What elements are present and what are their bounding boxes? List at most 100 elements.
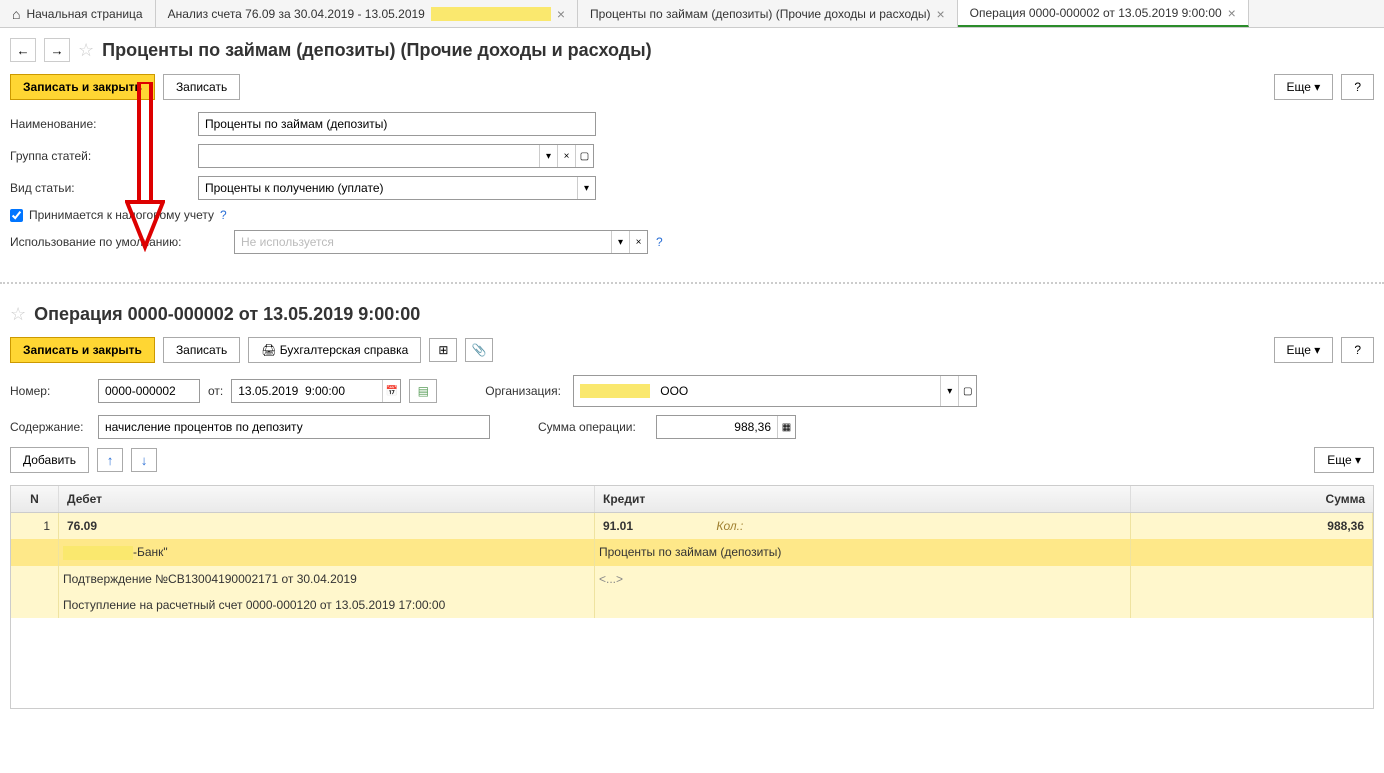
chevron-down-icon: ▾ [1314, 80, 1320, 94]
open-icon[interactable]: ▢ [958, 376, 976, 406]
help-button-2[interactable]: ? [1341, 337, 1374, 363]
star-icon[interactable]: ☆ [10, 304, 26, 325]
nav-back-button[interactable]: ← [10, 38, 36, 62]
table-row[interactable]: Подтверждение №СВ13004190002171 от 30.04… [11, 566, 1373, 592]
write-close-button[interactable]: Записать и закрыть [10, 74, 155, 100]
nav-forward-button[interactable]: → [44, 38, 70, 62]
sum-label: Сумма операции: [538, 420, 648, 434]
cell-debit-acc: 76.09 [59, 513, 595, 539]
write-button-2[interactable]: Записать [163, 337, 240, 363]
write-close-button-2[interactable]: Записать и закрыть [10, 337, 155, 363]
cell-debit-sub2: Подтверждение №СВ13004190002171 от 30.04… [59, 566, 595, 592]
chevron-down-icon: ▾ [1314, 343, 1320, 357]
clear-icon[interactable]: × [629, 231, 647, 253]
more-label: Еще [1287, 80, 1311, 94]
table-row[interactable]: Поступление на расчетный счет 0000-00012… [11, 592, 1373, 618]
name-input[interactable] [199, 113, 595, 135]
chevron-down-icon: ▾ [1355, 453, 1361, 467]
calculator-icon[interactable]: ▦ [777, 416, 795, 438]
calendar-icon[interactable]: 📅 [382, 380, 400, 402]
dropdown-icon[interactable]: ▾ [940, 376, 958, 406]
cell-credit-acc: 91.01 [603, 519, 633, 533]
org-label: Организация: [485, 384, 565, 398]
col-n-header[interactable]: N [11, 486, 59, 512]
add-button[interactable]: Добавить [10, 447, 89, 473]
group-label: Группа статей: [10, 149, 190, 163]
table-empty-area [11, 618, 1373, 708]
tab-operation-label: Операция 0000-000002 от 13.05.2019 9:00:… [970, 6, 1222, 20]
from-label: от: [208, 384, 223, 398]
redacted-box [63, 546, 133, 560]
home-icon: ⌂ [12, 6, 20, 22]
type-label: Вид статьи: [10, 181, 190, 195]
tree-button[interactable]: ⊞ [429, 338, 457, 362]
tab-operation[interactable]: Операция 0000-000002 от 13.05.2019 9:00:… [958, 0, 1249, 27]
entries-table: N Дебет Кредит Сумма 1 76.09 91.01 Кол.:… [10, 485, 1374, 709]
print-button[interactable]: 🖨 Бухгалтерская справка [248, 337, 421, 363]
cell-debit-sub1-text: -Банк" [133, 545, 168, 559]
dropdown-icon[interactable]: ▾ [577, 177, 595, 199]
type-input[interactable] [199, 177, 577, 199]
cell-kol-label: Кол.: [716, 519, 743, 533]
tax-checkbox[interactable] [10, 209, 23, 222]
org-input[interactable] [654, 380, 934, 402]
number-label: Номер: [10, 384, 90, 398]
star-icon[interactable]: ☆ [78, 40, 94, 61]
copy-button[interactable]: ▤ [409, 379, 437, 403]
pane-title-2: Операция 0000-000002 от 13.05.2019 9:00:… [34, 304, 420, 325]
more-label-2: Еще [1287, 343, 1311, 357]
print-label: Бухгалтерская справка [280, 343, 409, 357]
help-link[interactable]: ? [220, 208, 227, 222]
printer-icon: 🖨 [261, 343, 276, 357]
more-button-2[interactable]: Еще ▾ [1274, 337, 1334, 363]
close-icon[interactable]: × [557, 6, 565, 22]
usage-label: Использование по умолчанию: [10, 235, 226, 249]
redacted-box [580, 384, 650, 398]
redacted-box [431, 7, 551, 21]
cell-n: 1 [11, 513, 59, 539]
move-up-button[interactable]: ↑ [97, 448, 123, 472]
close-icon[interactable]: × [1228, 5, 1236, 21]
arrow-up-icon: ↑ [107, 453, 114, 468]
arrow-down-icon: ↓ [141, 453, 148, 468]
content-label: Содержание: [10, 420, 90, 434]
cell-credit: 91.01 Кол.: [595, 513, 1131, 539]
open-icon[interactable]: ▢ [575, 145, 593, 167]
more-button[interactable]: Еще ▾ [1274, 74, 1334, 100]
content-input[interactable] [99, 416, 489, 438]
move-down-button[interactable]: ↓ [131, 448, 157, 472]
help-button[interactable]: ? [1341, 74, 1374, 100]
col-debit-header[interactable]: Дебет [59, 486, 595, 512]
tab-analysis-label: Анализ счета 76.09 за 30.04.2019 - 13.05… [168, 7, 425, 21]
name-label: Наименование: [10, 117, 190, 131]
pane-interest: ← → ☆ Проценты по займам (депозиты) (Про… [0, 28, 1384, 272]
more-label-3: Еще [1327, 453, 1351, 467]
cell-credit-sub1: Проценты по займам (депозиты) [595, 539, 1131, 566]
tab-interest[interactable]: Проценты по займам (депозиты) (Прочие до… [578, 0, 958, 27]
cell-debit-sub1: -Банк" [59, 539, 595, 566]
table-more-button[interactable]: Еще ▾ [1314, 447, 1374, 473]
col-credit-header[interactable]: Кредит [595, 486, 1131, 512]
cell-credit-sub2: <...> [595, 566, 1131, 592]
group-input[interactable] [199, 145, 539, 167]
table-row[interactable]: -Банк" Проценты по займам (депозиты) [11, 539, 1373, 566]
clear-icon[interactable]: × [557, 145, 575, 167]
col-sum-header[interactable]: Сумма [1131, 486, 1373, 512]
dropdown-icon[interactable]: ▾ [539, 145, 557, 167]
number-input[interactable] [99, 380, 199, 402]
date-input[interactable] [232, 380, 382, 402]
tax-checkbox-label: Принимается к налоговому учету [29, 208, 214, 222]
tab-home[interactable]: ⌂ Начальная страница [0, 0, 156, 27]
help-link[interactable]: ? [656, 235, 663, 249]
usage-input[interactable] [235, 231, 611, 253]
tab-analysis[interactable]: Анализ счета 76.09 за 30.04.2019 - 13.05… [156, 0, 578, 27]
sum-input[interactable] [657, 416, 777, 438]
tab-bar: ⌂ Начальная страница Анализ счета 76.09 … [0, 0, 1384, 28]
pane-title: Проценты по займам (депозиты) (Прочие до… [102, 40, 651, 61]
attach-button[interactable]: 📎 [465, 338, 493, 362]
table-row[interactable]: 1 76.09 91.01 Кол.: 988,36 [11, 513, 1373, 539]
write-button[interactable]: Записать [163, 74, 240, 100]
dropdown-icon[interactable]: ▾ [611, 231, 629, 253]
close-icon[interactable]: × [936, 6, 944, 22]
cell-sum: 988,36 [1131, 513, 1373, 539]
